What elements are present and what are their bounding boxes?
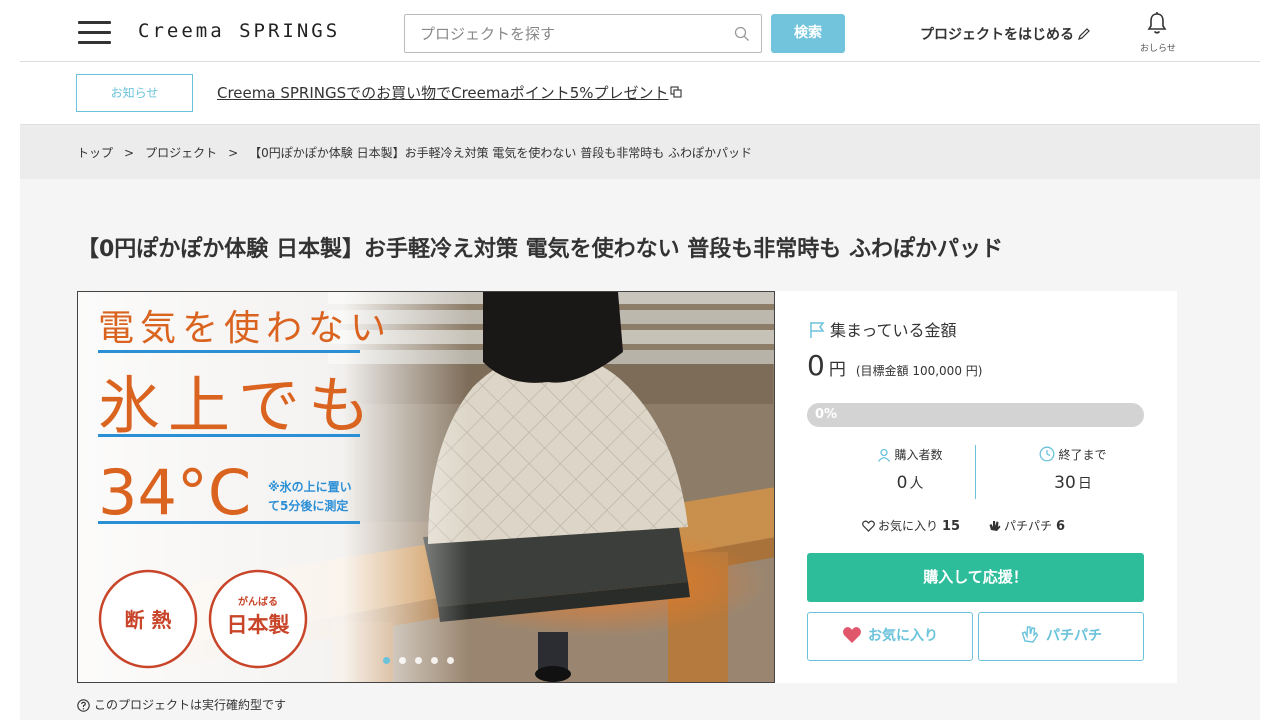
notifications-label: おしらせ	[1140, 44, 1176, 54]
funding-panel: 集まっている金額 0 円 (目標金額 100,000 円) 0% 購入者数 0人 終…	[775, 291, 1177, 683]
breadcrumb-separator: >	[228, 146, 239, 160]
hero-line-2: 氷上でも	[98, 369, 378, 442]
goal-amount: (目標金額 100,000 円)	[855, 364, 983, 378]
external-link-icon	[669, 86, 682, 98]
hero-badge-made-small: がんばる	[238, 595, 278, 608]
person-icon	[878, 448, 891, 462]
menu-icon[interactable]	[78, 21, 111, 45]
hero-note-2: て5分後に測定	[268, 498, 348, 513]
buyers-count: 0人	[845, 473, 975, 493]
hero-note-1: ※氷の上に置い	[268, 479, 352, 494]
favorites-label: お気に入り	[878, 519, 939, 533]
notice-link[interactable]: Creema SPRINGSでのお買い物でCreemaポイント5%プレゼント	[217, 82, 682, 103]
project-type-note: このプロジェクトは実行確約型です	[77, 696, 286, 713]
project-type-text: このプロジェクトは実行確約型です	[94, 698, 287, 712]
heart-icon	[843, 627, 861, 643]
buyers-label: 購入者数	[894, 448, 943, 462]
remaining-stat: 終了まで 30 日	[1008, 446, 1138, 493]
raised-amount-currency: 円	[828, 360, 846, 380]
buyers-stat: 購入者数 0人	[845, 446, 975, 493]
clap-icon	[989, 521, 1001, 531]
site-logo[interactable]: Creema SPRINGS	[138, 20, 340, 42]
buy-support-button[interactable]: 購入して応援！	[807, 553, 1144, 602]
funding-progress-bar: 0%	[807, 403, 1144, 427]
favorite-button-label: お気に入り	[868, 628, 938, 644]
notice-bar: お知らせ Creema SPRINGSでのお買い物でCreemaポイント5%プレ…	[0, 62, 1280, 124]
buyers-value: 0	[896, 473, 908, 493]
clock-icon	[1040, 446, 1055, 462]
notice-link-text: Creema SPRINGSでのお買い物でCreemaポイント5%プレゼント	[217, 84, 669, 102]
search-input[interactable]	[405, 15, 725, 52]
site-header: Creema SPRINGS 検索 プロジェクトをはじめる おしらせ	[0, 0, 1280, 62]
clap-button[interactable]: パチパチ	[978, 612, 1144, 661]
hero-line-3: 34°C	[98, 456, 251, 529]
hero-badge-made-main: 日本製	[227, 612, 290, 637]
heart-outline-icon	[862, 520, 875, 532]
breadcrumb-projects[interactable]: プロジェクト	[145, 146, 217, 160]
buyers-heading: 購入者数	[845, 446, 975, 463]
raised-amount-value: 0	[807, 349, 825, 382]
carousel-dot[interactable]	[415, 657, 422, 664]
remaining-count: 30 日	[1008, 473, 1138, 493]
stats-divider	[975, 445, 976, 499]
breadcrumb-home[interactable]: トップ	[77, 146, 113, 160]
carousel-dot[interactable]	[399, 657, 406, 664]
search-icon[interactable]	[734, 26, 750, 42]
project-title: 【0円ぽかぽか体験 日本製】お手軽冷え対策 電気を使わない 普段も非常時も ふわ…	[77, 237, 1003, 262]
help-circle-icon[interactable]	[77, 699, 90, 712]
remaining-value: 30	[1054, 473, 1076, 493]
notifications-button[interactable]: おしらせ	[1140, 11, 1176, 54]
buyers-unit: 人	[909, 476, 924, 492]
carousel-dot[interactable]	[447, 657, 454, 664]
carousel-dot[interactable]	[431, 657, 438, 664]
breadcrumb-separator: >	[124, 146, 135, 160]
hero-badge-insulation: 断 熱	[125, 608, 172, 632]
raised-amount: 0 円 (目標金額 100,000 円)	[807, 349, 982, 382]
flag-icon	[810, 322, 825, 338]
remaining-label: 終了まで	[1058, 448, 1107, 462]
clap-label: パチパチ	[1004, 519, 1053, 533]
clap-count: 6	[1056, 519, 1066, 534]
notice-badge: お知らせ	[76, 74, 193, 112]
search-box	[404, 14, 762, 53]
breadcrumb: トップ > プロジェクト > 【0円ぽかぽか体験 日本製】お手軽冷え対策 電気を使わない…	[77, 144, 752, 161]
clap-count-line: パチパチ 6	[988, 517, 1065, 534]
clap-outline-icon	[1021, 626, 1039, 643]
favorite-button[interactable]: お気に入り	[807, 612, 973, 661]
breadcrumb-current: 【0円ぽかぽか体験 日本製】お手軽冷え対策 電気を使わない 普段も非常時も ふわ…	[249, 146, 753, 160]
breadcrumb-bar: トップ > プロジェクト > 【0円ぽかぽか体験 日本製】お手軽冷え対策 電気を使わない…	[20, 124, 1260, 179]
start-project-link[interactable]: プロジェクトをはじめる	[920, 24, 1091, 44]
remaining-heading: 終了まで	[1008, 446, 1138, 463]
hero-line-1: 電気を使わない	[98, 308, 392, 349]
remaining-unit: 日	[1077, 476, 1092, 492]
clap-button-label: パチパチ	[1046, 628, 1102, 644]
bell-icon	[1147, 12, 1167, 34]
funding-progress-text: 0%	[815, 407, 838, 422]
favorites-count: 15	[942, 519, 961, 534]
carousel-dots	[383, 649, 463, 668]
search-button[interactable]: 検索	[771, 14, 845, 53]
carousel-dot[interactable]	[383, 657, 390, 664]
project-main: 【0円ぽかぽか体験 日本製】お手軽冷え対策 電気を使わない 普段も非常時も ふわ…	[20, 179, 1260, 720]
hero-illustration: 電気を使わない 氷上でも 34°C ※氷の上に置い て5分後に測定 断 熱 がん…	[78, 292, 774, 682]
raised-amount-label: 集まっている金額	[830, 321, 957, 340]
start-project-label: プロジェクトをはじめる	[920, 27, 1074, 43]
pencil-icon	[1078, 28, 1090, 40]
raised-amount-heading: 集まっている金額	[808, 317, 957, 341]
project-hero-image[interactable]: 電気を使わない 氷上でも 34°C ※氷の上に置い て5分後に測定 断 熱 がん…	[77, 291, 775, 683]
favorites-count-line: お気に入り 15	[862, 517, 960, 534]
